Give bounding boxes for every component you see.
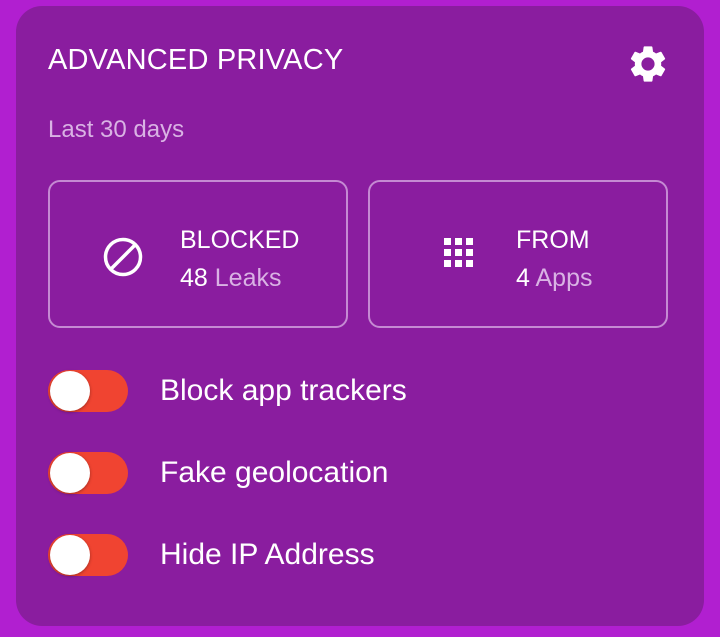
blocked-value: 48 Leaks: [180, 264, 281, 293]
blocked-label: BLOCKED: [180, 226, 300, 254]
block-trackers-row[interactable]: Block app trackers: [48, 366, 688, 416]
fake-geolocation-toggle[interactable]: [48, 452, 128, 494]
hide-ip-toggle[interactable]: [48, 534, 128, 576]
from-count: 4: [516, 264, 530, 292]
from-unit: Apps: [535, 264, 593, 292]
toggle-knob: [50, 453, 90, 493]
hide-ip-row[interactable]: Hide IP Address: [48, 530, 688, 580]
fake-geolocation-label: Fake geolocation: [160, 456, 389, 489]
fake-geolocation-row[interactable]: Fake geolocation: [48, 448, 688, 498]
block-icon: [103, 237, 143, 277]
block-trackers-toggle[interactable]: [48, 370, 128, 412]
toggle-knob: [50, 371, 90, 411]
toggle-knob: [50, 535, 90, 575]
period-label: Last 30 days: [48, 116, 185, 143]
blocked-unit: Leaks: [214, 264, 282, 292]
widget-title: ADVANCED PRIVACY: [48, 44, 344, 76]
gear-icon[interactable]: [626, 42, 670, 86]
block-trackers-label: Block app trackers: [160, 374, 407, 407]
from-apps-stat[interactable]: FROM 4 Apps: [368, 180, 668, 328]
from-value: 4 Apps: [516, 264, 592, 293]
apps-grid-icon: [444, 238, 473, 267]
advanced-privacy-widget: ADVANCED PRIVACY Last 30 days BLOCKED 48…: [16, 6, 704, 626]
blocked-leaks-stat[interactable]: BLOCKED 48 Leaks: [48, 180, 348, 328]
blocked-count: 48: [180, 264, 208, 292]
hide-ip-label: Hide IP Address: [160, 538, 375, 571]
from-label: FROM: [516, 226, 590, 254]
